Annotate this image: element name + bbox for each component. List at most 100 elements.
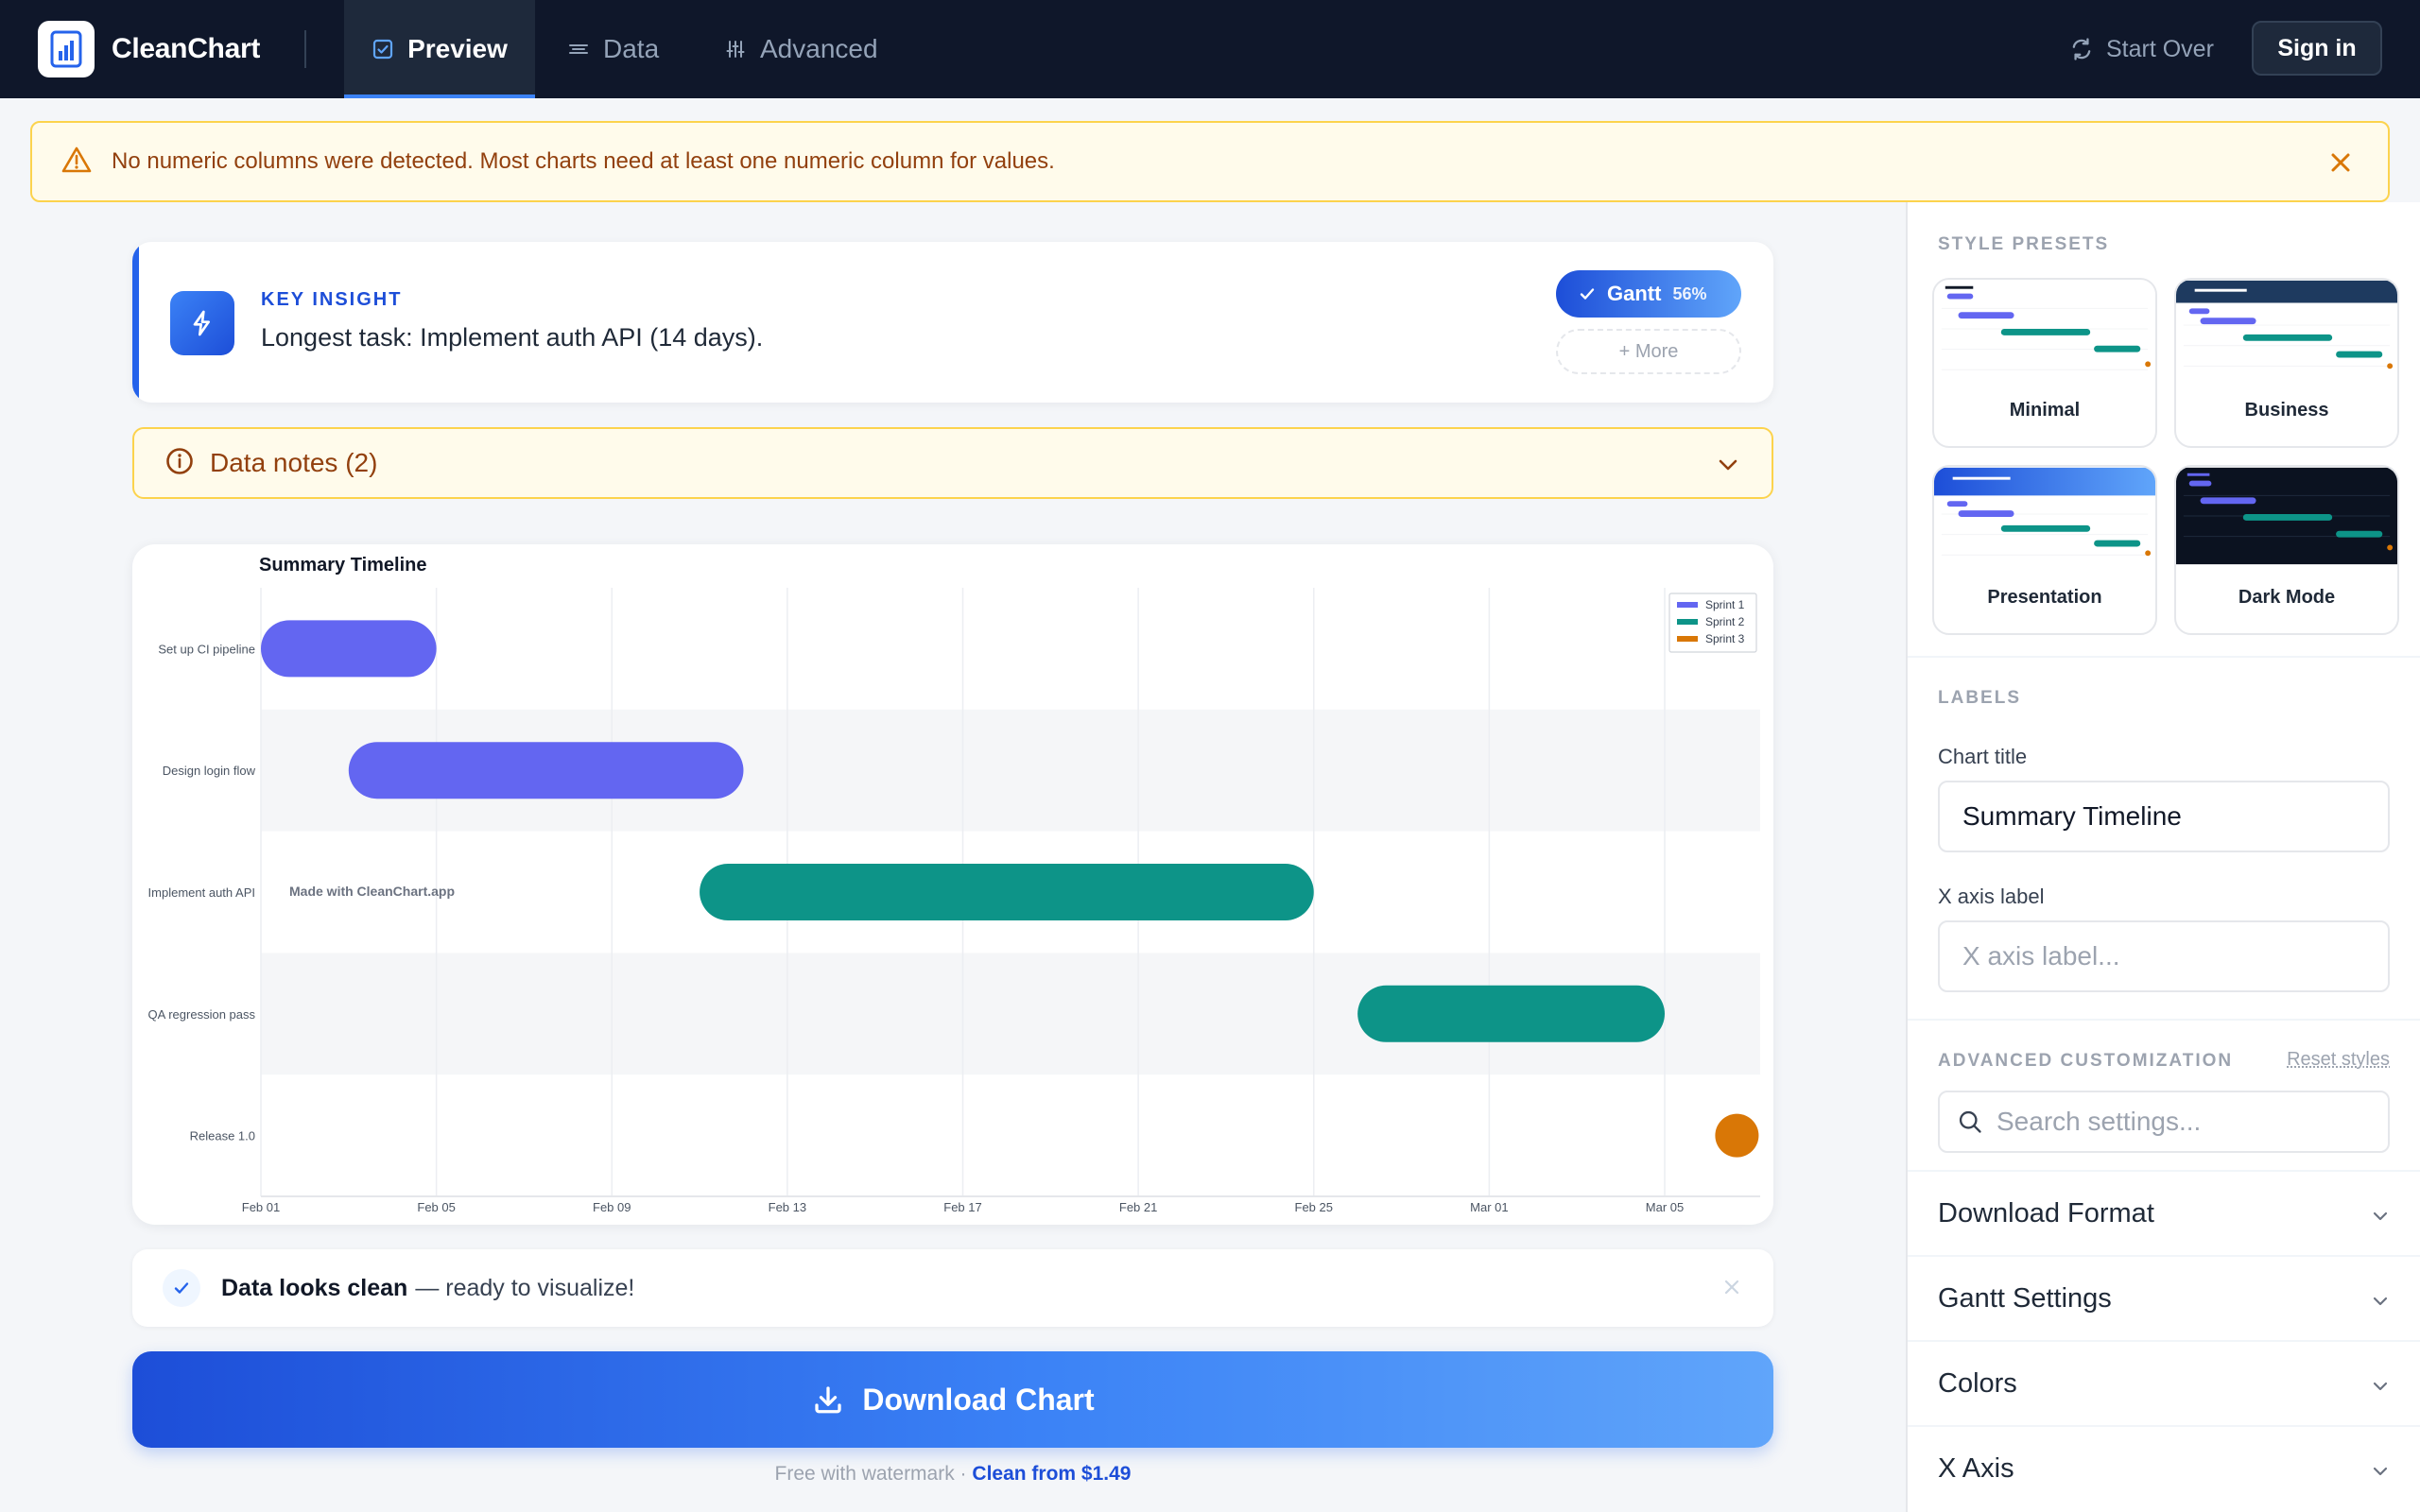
style-presets-title: STYLE PRESETS bbox=[1938, 234, 2110, 254]
chevron-down-icon bbox=[2369, 1204, 2392, 1235]
search-icon bbox=[1957, 1108, 1983, 1135]
legend-label: Sprint 2 bbox=[1705, 615, 1745, 628]
section-divider bbox=[1908, 1019, 2420, 1021]
preset-dark-mode[interactable]: Dark Mode bbox=[2174, 465, 2399, 635]
x-tick-label: Feb 01 bbox=[242, 1200, 280, 1214]
legend-label: Sprint 1 bbox=[1705, 598, 1745, 611]
check-square-icon bbox=[372, 38, 394, 60]
preset-presentation[interactable]: Presentation bbox=[1932, 465, 2157, 635]
task-bar bbox=[700, 864, 1314, 920]
start-over-button[interactable]: Start Over bbox=[2068, 28, 2214, 70]
x-tick-label: Mar 01 bbox=[1470, 1200, 1508, 1214]
sign-in-button[interactable]: Sign in bbox=[2252, 21, 2382, 76]
chevron-down-icon bbox=[2369, 1459, 2392, 1490]
advanced-customization-title: ADVANCED CUSTOMIZATION bbox=[1938, 1051, 2234, 1071]
accordion-gantt-settings[interactable]: Gantt Settings bbox=[1908, 1255, 2420, 1340]
warning-triangle-icon bbox=[60, 146, 93, 179]
refresh-icon bbox=[2068, 36, 2095, 62]
pricing-note: Free with watermark · Clean from $1.49 bbox=[132, 1463, 1773, 1486]
x-tick-label: Feb 17 bbox=[943, 1200, 981, 1214]
nav-divider bbox=[304, 30, 306, 68]
preset-name: Dark Mode bbox=[2238, 587, 2336, 608]
download-label: Download Chart bbox=[862, 1382, 1095, 1417]
key-insight-card: KEY INSIGHT Longest task: Implement auth… bbox=[132, 242, 1773, 403]
data-clean-notice: Data looks clean — ready to visualize! bbox=[132, 1249, 1773, 1327]
tab-label: Data bbox=[603, 34, 660, 63]
accordion-x-axis[interactable]: X Axis bbox=[1908, 1425, 2420, 1510]
pill-percentage: 56% bbox=[1672, 284, 1707, 303]
labels-title: LABELS bbox=[1938, 688, 2021, 708]
clean-pricing-link[interactable]: Clean from $1.49 bbox=[972, 1463, 1131, 1485]
legend-label: Sprint 3 bbox=[1705, 632, 1745, 645]
tab-label: Preview bbox=[407, 34, 508, 63]
x-axis-label-label: X axis label bbox=[1938, 885, 2045, 908]
preset-minimal[interactable]: Minimal bbox=[1932, 278, 2157, 448]
chart-title-input[interactable] bbox=[1938, 781, 2390, 852]
legend-swatch bbox=[1677, 602, 1698, 608]
chart-title-label: Chart title bbox=[1938, 745, 2028, 768]
task-label: Release 1.0 bbox=[190, 1129, 255, 1143]
accordion-label: Download Format bbox=[1938, 1197, 2154, 1228]
preset-business[interactable]: Business bbox=[2174, 278, 2399, 448]
x-tick-label: Mar 05 bbox=[1646, 1200, 1684, 1214]
task-label: Design login flow bbox=[163, 764, 256, 778]
task-bar bbox=[1357, 985, 1665, 1042]
preset-name: Business bbox=[2244, 400, 2329, 421]
lightning-icon bbox=[170, 291, 234, 355]
legend-swatch bbox=[1677, 636, 1698, 642]
accordion-label: Gantt Settings bbox=[1938, 1282, 2112, 1314]
task-label: QA regression pass bbox=[148, 1007, 256, 1022]
download-icon bbox=[811, 1383, 845, 1417]
info-icon bbox=[164, 446, 195, 481]
gantt-chart: Summary Timeline Feb 01 Feb 05 Feb 09 Feb 13… bbox=[148, 555, 1760, 1214]
settings-search bbox=[1938, 1091, 2390, 1153]
tab-advanced[interactable]: Advanced bbox=[724, 0, 878, 98]
x-axis-label-input[interactable] bbox=[1938, 920, 2390, 992]
preset-name: Minimal bbox=[2009, 400, 2081, 421]
accordion-download-format[interactable]: Download Format bbox=[1908, 1170, 2420, 1255]
search-settings-input[interactable] bbox=[1996, 1107, 2375, 1137]
brand-name: CleanChart bbox=[112, 33, 261, 64]
preset-thumbnail bbox=[1934, 467, 2155, 565]
accordion-label: Colors bbox=[1938, 1367, 2017, 1399]
task-label: Set up CI pipeline bbox=[158, 642, 255, 656]
chevron-down-icon bbox=[1715, 452, 1741, 483]
more-chart-types-button[interactable]: + More bbox=[1556, 329, 1741, 374]
settings-panel: STYLE PRESETS Minimal Business Presentat… bbox=[1906, 202, 2420, 1512]
reset-styles-link[interactable]: Reset styles bbox=[2287, 1049, 2390, 1071]
x-tick-label: Feb 21 bbox=[1119, 1200, 1157, 1214]
pill-label: Gantt bbox=[1607, 282, 1662, 305]
tab-label: Advanced bbox=[760, 34, 878, 63]
tab-preview[interactable]: Preview bbox=[344, 0, 535, 98]
clean-notice-strong: Data looks clean bbox=[221, 1274, 408, 1301]
data-notes-toggle[interactable]: Data notes (2) bbox=[132, 427, 1773, 499]
insight-text: Longest task: Implement auth API (14 day… bbox=[261, 323, 764, 352]
chevron-down-icon bbox=[2369, 1374, 2392, 1405]
chart-card: Summary Timeline Feb 01 Feb 05 Feb 09 Feb 13… bbox=[132, 544, 1773, 1225]
preset-thumbnail bbox=[1934, 280, 2155, 378]
watermark-text: Made with CleanChart.app bbox=[289, 884, 455, 899]
insight-kicker: KEY INSIGHT bbox=[261, 289, 403, 310]
close-icon[interactable] bbox=[1720, 1276, 1743, 1303]
chart-title: Summary Timeline bbox=[259, 555, 426, 576]
close-icon[interactable] bbox=[2325, 147, 2356, 182]
tab-data[interactable]: Data bbox=[567, 0, 659, 98]
x-tick-label: Feb 13 bbox=[769, 1200, 806, 1214]
task-bar bbox=[348, 742, 744, 799]
start-over-label: Start Over bbox=[2106, 35, 2214, 62]
checkmark-icon bbox=[1579, 285, 1596, 302]
preset-thumbnail bbox=[2176, 280, 2397, 378]
accordion-colors[interactable]: Colors bbox=[1908, 1340, 2420, 1425]
preset-name: Presentation bbox=[1987, 587, 2102, 608]
legend-swatch bbox=[1677, 619, 1698, 625]
x-tick-label: Feb 05 bbox=[417, 1200, 455, 1214]
clean-notice-text: — ready to visualize! bbox=[415, 1274, 635, 1301]
top-navigation-bar: CleanChart Preview Data Advanced Start O… bbox=[0, 0, 2420, 98]
download-chart-button[interactable]: Download Chart bbox=[132, 1351, 1773, 1448]
chart-type-pill-gantt[interactable]: Gantt 56% bbox=[1556, 270, 1741, 318]
chevron-down-icon bbox=[2369, 1289, 2392, 1320]
brand[interactable]: CleanChart bbox=[38, 21, 260, 77]
section-divider bbox=[1908, 656, 2420, 658]
logo-chart-icon bbox=[38, 21, 95, 77]
warning-text: No numeric columns were detected. Most c… bbox=[112, 148, 1055, 174]
